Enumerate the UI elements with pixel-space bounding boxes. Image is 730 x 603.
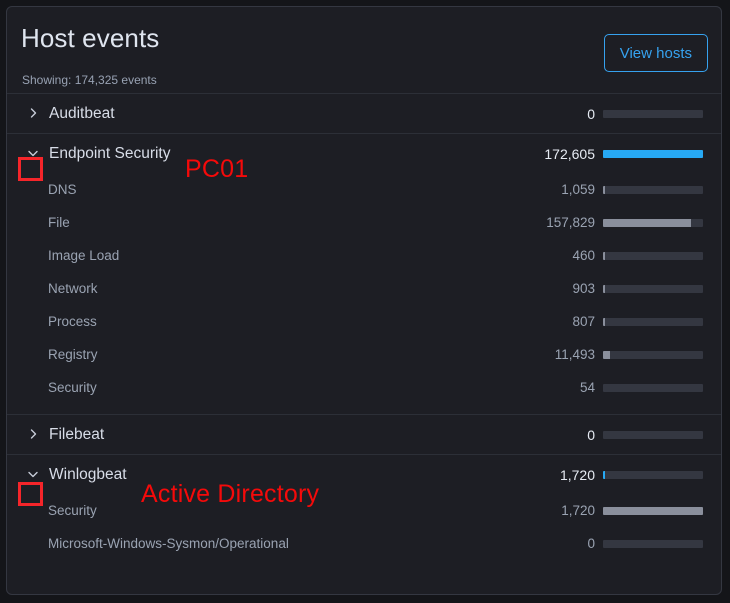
- bar-track: [603, 350, 703, 359]
- child-row[interactable]: Security 1,720: [7, 494, 721, 527]
- child-value: 1,059: [561, 182, 595, 197]
- chevron-right-icon[interactable]: [25, 426, 43, 444]
- group-row[interactable]: Auditbeat 0: [7, 93, 721, 133]
- bar-track: [603, 218, 703, 227]
- bar-track: [603, 430, 703, 439]
- child-label: Microsoft-Windows-Sysmon/Operational: [48, 536, 289, 551]
- bar-fill: [603, 284, 605, 293]
- group-gap: [7, 560, 721, 570]
- bar-track: [603, 185, 703, 194]
- chevron-down-icon[interactable]: [25, 145, 43, 163]
- bar-fill: [603, 251, 605, 260]
- showing-count-text: Showing: 174,325 events: [22, 73, 157, 87]
- child-row[interactable]: Registry 11,493: [7, 338, 721, 371]
- group-row[interactable]: Filebeat 0: [7, 414, 721, 454]
- child-row[interactable]: Network 903: [7, 272, 721, 305]
- child-label: Security: [48, 503, 97, 518]
- child-value: 54: [579, 380, 595, 395]
- bar-track: [603, 149, 703, 158]
- child-value: 903: [572, 281, 595, 296]
- bar-fill: [603, 470, 605, 479]
- chevron-down-icon[interactable]: [25, 466, 43, 484]
- bar-track: [603, 251, 703, 260]
- child-row[interactable]: DNS 1,059: [7, 173, 721, 206]
- bar-fill: [603, 350, 610, 359]
- view-hosts-button[interactable]: View hosts: [603, 34, 708, 72]
- host-events-panel: Host events Showing: 174,325 events View…: [6, 6, 722, 595]
- child-label: File: [48, 215, 70, 230]
- child-value: 11,493: [554, 347, 595, 362]
- child-label: Image Load: [48, 248, 120, 263]
- group-label: Endpoint Security: [49, 144, 171, 162]
- bar-track: [603, 470, 703, 479]
- child-row[interactable]: Security 54: [7, 371, 721, 404]
- bar-track: [603, 317, 703, 326]
- group-value: 1,720: [559, 466, 595, 483]
- child-label: Registry: [48, 347, 98, 362]
- child-row[interactable]: Microsoft-Windows-Sysmon/Operational 0: [7, 527, 721, 560]
- host-events-list: Auditbeat 0 Endpoint Security 172,605 DNS 1,0…: [7, 93, 721, 594]
- bar-fill: [603, 218, 691, 227]
- bar-track: [603, 109, 703, 118]
- bar-track: [603, 539, 703, 548]
- bar-track: [603, 506, 703, 515]
- bar-track: [603, 284, 703, 293]
- bar-fill: [603, 149, 703, 158]
- panel-header: Host events Showing: 174,325 events View…: [7, 7, 721, 93]
- child-value: 807: [572, 314, 595, 329]
- child-value: 0: [587, 536, 595, 551]
- child-value: 1,720: [561, 503, 595, 518]
- bar-fill: [603, 506, 703, 515]
- child-row[interactable]: Image Load 460: [7, 239, 721, 272]
- group-value: 0: [587, 105, 595, 122]
- child-value: 157,829: [546, 215, 595, 230]
- child-label: DNS: [48, 182, 77, 197]
- bar-track: [603, 383, 703, 392]
- bar-fill: [603, 317, 605, 326]
- bar-fill: [603, 185, 605, 194]
- group-label: Filebeat: [49, 425, 105, 443]
- child-label: Security: [48, 380, 97, 395]
- child-label: Network: [48, 281, 98, 296]
- group-gap: [7, 404, 721, 414]
- child-label: Process: [48, 314, 97, 329]
- child-row[interactable]: Process 807: [7, 305, 721, 338]
- group-label: Auditbeat: [49, 104, 115, 122]
- group-value: 0: [587, 426, 595, 443]
- chevron-right-icon[interactable]: [25, 105, 43, 123]
- child-value: 460: [572, 248, 595, 263]
- group-row[interactable]: Winlogbeat 1,720: [7, 454, 721, 494]
- group-row[interactable]: Endpoint Security 172,605: [7, 133, 721, 173]
- group-value: 172,605: [544, 145, 595, 162]
- group-label: Winlogbeat: [49, 465, 127, 483]
- page-title: Host events: [21, 23, 160, 53]
- child-row[interactable]: File 157,829: [7, 206, 721, 239]
